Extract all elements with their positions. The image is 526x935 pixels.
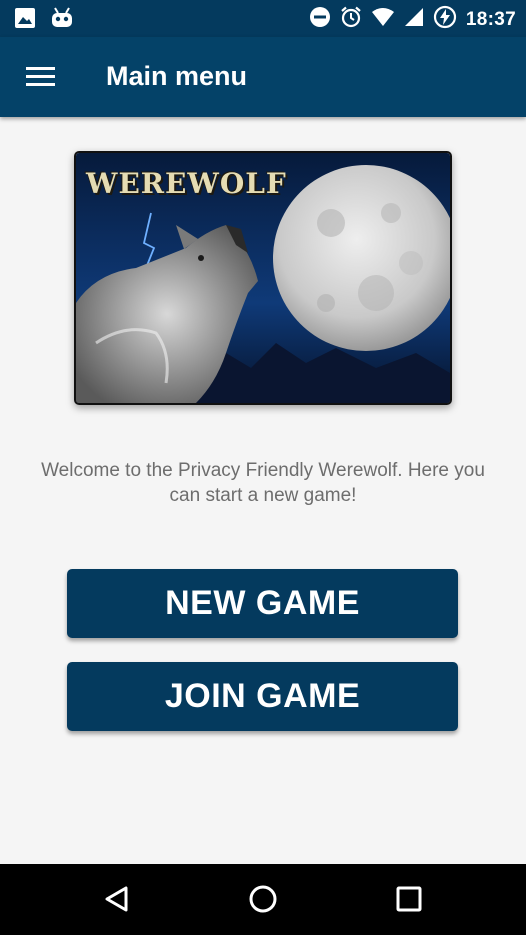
werewolf-banner-image: WEREWOLF: [74, 151, 452, 405]
page-title: Main menu: [106, 61, 248, 91]
join-game-button[interactable]: JOIN GAME: [67, 662, 458, 731]
hamburger-menu-icon: [26, 67, 55, 86]
wifi-icon: [371, 7, 395, 32]
back-icon: [105, 886, 128, 912]
banner-logo-text: WEREWOLF: [86, 167, 287, 200]
home-button[interactable]: [243, 879, 283, 919]
status-right-icons: 18:37: [309, 5, 516, 34]
alarm-icon: [340, 6, 362, 33]
status-left-icons: [14, 7, 74, 34]
recents-icon: [396, 886, 422, 912]
app-bar: Main menu: [0, 37, 526, 117]
image-icon: [14, 7, 36, 34]
welcome-text: Welcome to the Privacy Friendly Werewolf…: [41, 460, 485, 506]
new-game-button[interactable]: NEW GAME: [67, 569, 458, 638]
battery-charging-icon: [433, 5, 457, 34]
android-debug-icon: [50, 7, 74, 34]
navigation-bar: [0, 864, 526, 935]
cell-signal-icon: [404, 7, 424, 32]
do-not-disturb-icon: [309, 6, 331, 33]
back-button[interactable]: [98, 879, 138, 919]
status-bar: 18:37: [0, 0, 526, 37]
home-icon: [249, 885, 277, 913]
recents-button[interactable]: [389, 879, 429, 919]
menu-button[interactable]: [20, 57, 62, 97]
status-time: 18:37: [465, 8, 516, 30]
